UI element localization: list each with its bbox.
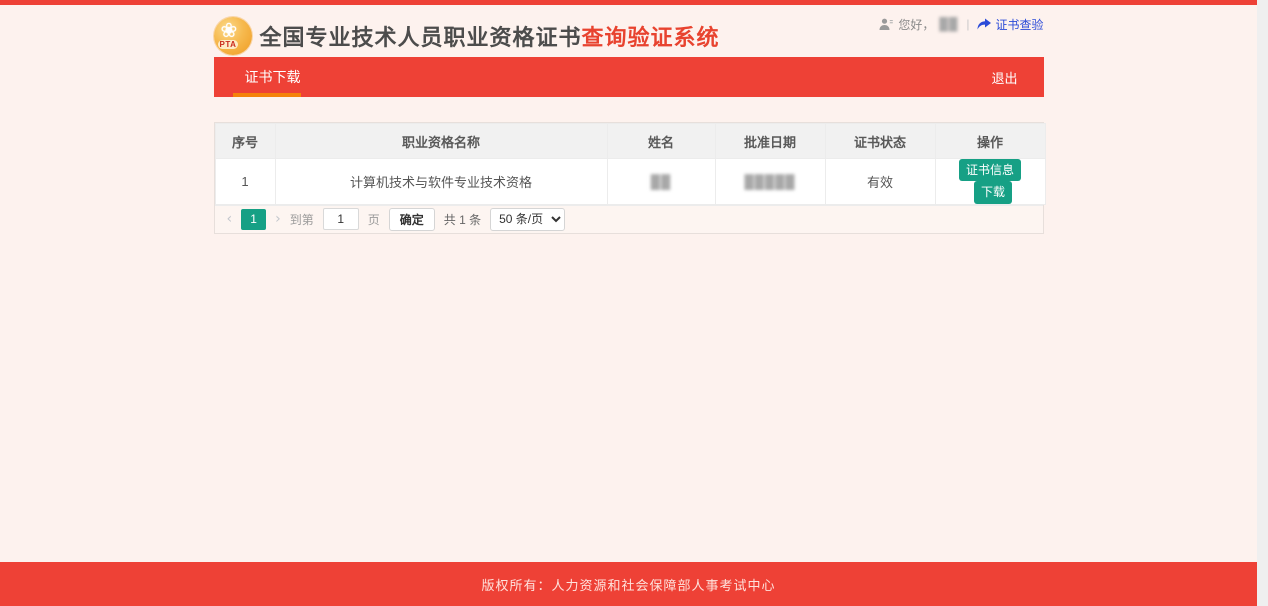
total-count-label: 共 1 条 — [444, 211, 481, 228]
header-status: 证书状态 — [825, 124, 935, 159]
next-page-icon[interactable]: › — [275, 212, 281, 226]
goto-page-input[interactable] — [323, 208, 359, 230]
logout-button[interactable]: 退出 — [991, 68, 1043, 87]
certificate-verify-label: 证书查验 — [995, 16, 1043, 33]
header-qualification: 职业资格名称 — [275, 124, 607, 159]
header-approval-date: 批准日期 — [715, 124, 825, 159]
main-navbar: 证书下载 退出 — [214, 57, 1044, 97]
tab-certificate-download-label: 证书下载 — [245, 69, 301, 85]
site-header: ❀ PTA 全国专业技术人员职业资格证书查询验证系统 您好， ██ | — [214, 0, 1044, 57]
tab-certificate-download[interactable]: 证书下载 — [214, 57, 333, 97]
copyright-label: 版权所有：人力资源和社会保障部人事考试中心 — [481, 575, 775, 594]
header-actions: 操作 — [935, 124, 1045, 159]
pta-logo-icon: ❀ PTA — [214, 17, 252, 55]
cell-qualification: 计算机技术与软件专业技术资格 — [275, 159, 607, 205]
table-header-row: 序号 职业资格名称 姓名 批准日期 证书状态 操作 — [215, 124, 1045, 159]
certificate-verify-link[interactable]: 证书查验 — [977, 16, 1043, 33]
brand: ❀ PTA 全国专业技术人员职业资格证书查询验证系统 — [214, 14, 720, 57]
certificate-info-button[interactable]: 证书信息 — [959, 159, 1021, 181]
header-index: 序号 — [215, 124, 275, 159]
certificate-table-card: 序号 职业资格名称 姓名 批准日期 证书状态 操作 1 计算机技术与软件专业技术… — [214, 122, 1044, 234]
user-icon — [879, 18, 893, 31]
greeting-label: 您好， — [898, 16, 934, 33]
certificate-table: 序号 职业资格名称 姓名 批准日期 证书状态 操作 1 计算机技术与软件专业技术… — [215, 123, 1046, 205]
goto-label: 到第 — [290, 211, 314, 228]
page-number-button[interactable]: 1 — [241, 209, 266, 230]
date-redacted: █████ — [744, 174, 795, 189]
pagination-bar: ‹ 1 › 到第 页 确定 共 1 条 50 条/页 — [215, 205, 1043, 233]
cell-approval-date: █████ — [715, 159, 825, 205]
page-title-main: 全国专业技术人员职业资格证书 — [260, 25, 582, 50]
page-background: ❀ PTA 全国专业技术人员职业资格证书查询验证系统 您好， ██ | — [0, 0, 1257, 606]
cell-status: 有效 — [825, 159, 935, 205]
active-tab-indicator — [233, 93, 301, 97]
prev-page-icon[interactable]: ‹ — [227, 212, 233, 226]
page-title-accent: 查询验证系统 — [582, 25, 720, 50]
cell-actions: 证书信息 下载 — [935, 159, 1045, 205]
username-redacted: ██ — [939, 17, 958, 31]
table-row: 1 计算机技术与软件专业技术资格 ██ █████ 有效 证书信息 下载 — [215, 159, 1045, 205]
download-button[interactable]: 下载 — [974, 181, 1012, 203]
name-redacted: ██ — [651, 174, 671, 189]
page-size-select[interactable]: 50 条/页 — [490, 208, 565, 231]
cell-index: 1 — [215, 159, 275, 205]
scrollbar-track — [1257, 0, 1268, 606]
top-accent-bar — [0, 0, 1257, 5]
page-title: 全国专业技术人员职业资格证书查询验证系统 — [260, 20, 720, 52]
confirm-button[interactable]: 确定 — [389, 208, 435, 231]
cell-name: ██ — [607, 159, 715, 205]
share-arrow-icon — [977, 18, 991, 31]
flame-glyph: ❀ — [221, 21, 238, 41]
pta-logo-text: PTA — [218, 40, 239, 49]
user-bar: 您好， ██ | 证书查验 — [879, 16, 1043, 32]
page-unit-label: 页 — [368, 211, 380, 228]
separator: | — [966, 17, 969, 31]
header-name: 姓名 — [607, 124, 715, 159]
page-footer: 版权所有：人力资源和社会保障部人事考试中心 — [0, 562, 1257, 606]
